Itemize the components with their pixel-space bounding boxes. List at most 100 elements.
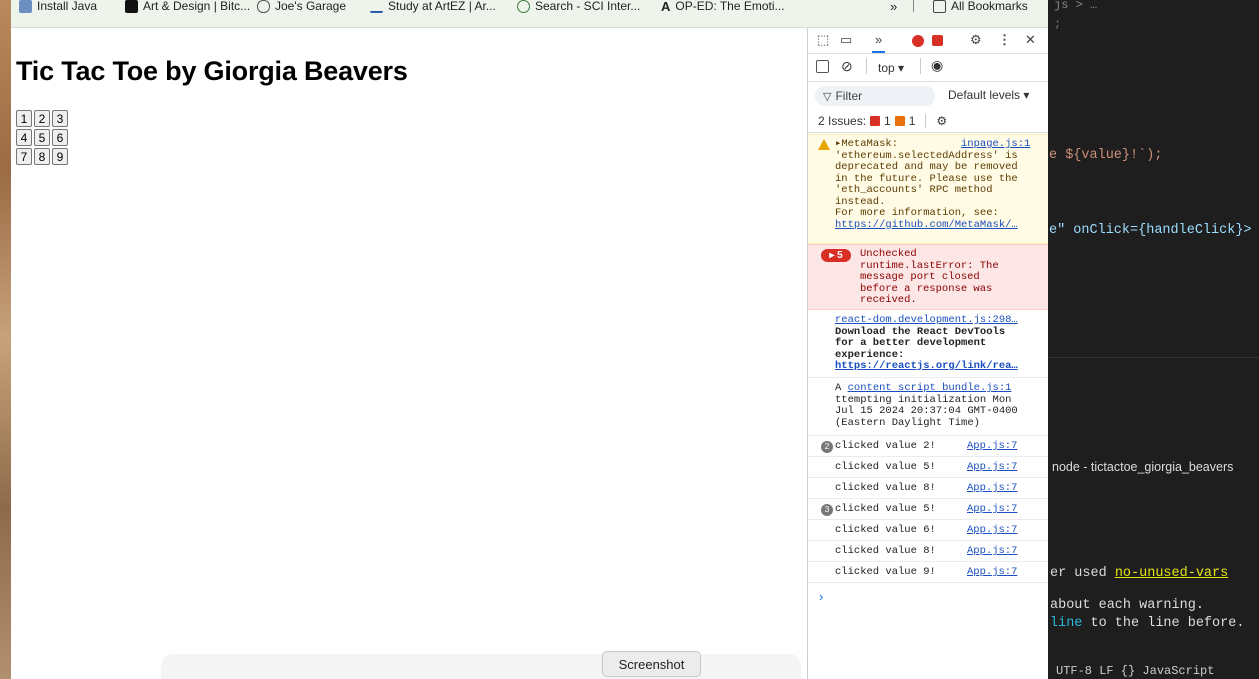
warning-head[interactable]: ▸MetaMask: — [835, 138, 898, 150]
square-7[interactable]: 7 — [16, 148, 32, 165]
square-8[interactable]: 8 — [34, 148, 50, 165]
devtools-panel: ⬚ ▭ » ⚙ ⋮ ✕ ⊘ top ▾ ◉ ▽ Filter Default l… — [807, 28, 1048, 679]
issues-error-count: 1 — [884, 113, 891, 128]
log-text: clicked value 6! — [835, 524, 936, 536]
toolbar-divider — [866, 58, 867, 74]
log-source-link[interactable]: App.js:7 — [967, 566, 1017, 579]
log-row: clicked value 6! App.js:7 — [808, 520, 1048, 541]
square-2[interactable]: 2 — [34, 110, 50, 127]
error-issue-icon — [870, 115, 881, 126]
log-row: clicked value 9! App.js:7 — [808, 562, 1048, 583]
terminal-title[interactable]: node - tictactoe_giorgia_beavers — [1052, 460, 1233, 474]
log-text: clicked value 2! — [835, 440, 936, 452]
log-row: clicked value 5! App.js:7 — [808, 457, 1048, 478]
context-select[interactable]: top ▾ — [878, 61, 904, 75]
hint-line-2: line to the line before. — [1050, 616, 1244, 631]
error-repeat-count[interactable]: ▸ 5 — [821, 249, 851, 262]
editor-status-bar: UTF-8 LF {} JavaScript — [1048, 664, 1259, 679]
warning-triangle-icon — [818, 139, 830, 150]
sidebar-toggle-icon[interactable] — [816, 60, 829, 73]
board-row: 1 2 3 — [16, 110, 68, 127]
more-tabs-button[interactable]: » — [872, 32, 886, 53]
square-5[interactable]: 5 — [34, 129, 50, 146]
bookmark-label: Art & Design | Bitc... — [143, 0, 251, 13]
error-line: message port closed — [860, 271, 980, 283]
log-source-link[interactable]: App.js:7 — [967, 482, 1017, 495]
bookmark-art-design[interactable]: Art & Design | Bitc... — [125, 0, 250, 15]
bookmark-study-artez[interactable]: Study at ArtEZ | Ar... — [370, 0, 496, 15]
sci-icon — [517, 0, 530, 13]
bookmark-joes-garage[interactable]: Joe's Garage — [257, 0, 346, 15]
bookmark-op-ed[interactable]: A OP-ED: The Emoti... — [661, 0, 785, 15]
error-line: received. — [860, 294, 917, 306]
log-source-link[interactable]: App.js:7 — [967, 461, 1017, 474]
warning-docs-link[interactable]: https://github.com/MetaMask/… — [835, 219, 1018, 231]
toolbar-divider — [920, 58, 921, 74]
log-source-link[interactable]: App.js:7 — [967, 503, 1017, 516]
square-9[interactable]: 9 — [52, 148, 68, 165]
bitcoin-site-icon — [125, 0, 138, 13]
screen: Install Java Art & Design | Bitc... Joe'… — [0, 0, 1259, 679]
log-source-link[interactable]: App.js:7 — [967, 524, 1017, 537]
hint-keyword: line — [1050, 616, 1083, 631]
react-source-link[interactable]: react-dom.development.js:298… — [835, 314, 1018, 326]
log-row: 2 clicked value 2! App.js:7 — [808, 436, 1048, 457]
content-prefix: A — [835, 382, 848, 394]
square-1[interactable]: 1 — [16, 110, 32, 127]
device-toolbar-icon[interactable]: ▭ — [840, 32, 852, 48]
board-row: 7 8 9 — [16, 148, 68, 165]
inspect-element-icon[interactable]: ⬚ — [817, 32, 829, 48]
square-4[interactable]: 4 — [16, 129, 32, 146]
issue-indicator-icon[interactable] — [932, 35, 943, 46]
clear-console-icon[interactable]: ⊘ — [841, 58, 853, 75]
devtools-toolbar: ⬚ ▭ » ⚙ ⋮ ✕ — [808, 28, 1048, 54]
log-group-count: 2 — [821, 441, 833, 453]
react-docs-link[interactable]: https://reactjs.org/link/rea… — [835, 360, 1018, 372]
square-3[interactable]: 3 — [52, 110, 68, 127]
java-icon — [19, 0, 32, 13]
settings-gear-icon[interactable]: ⚙ — [970, 32, 982, 48]
log-text: clicked value 8! — [835, 545, 936, 557]
console-output: ▸MetaMask: inpage.js:1 'ethereum.selecte… — [808, 134, 1048, 604]
issues-settings-icon[interactable]: ⚙ — [936, 114, 947, 128]
lint-rule-link[interactable]: no-unused-vars — [1115, 566, 1228, 581]
folder-icon — [933, 0, 946, 13]
square-6[interactable]: 6 — [52, 129, 68, 146]
overflow-label: » — [890, 0, 898, 14]
log-source-link[interactable]: App.js:7 — [967, 545, 1017, 558]
code-editor: js > … ; e ${value}!`); e" onClick={hand… — [1048, 0, 1259, 679]
artez-icon — [370, 0, 383, 13]
bookmark-search-sci[interactable]: Search - SCI Inter... — [517, 0, 640, 15]
filter-input[interactable]: ▽ Filter — [815, 86, 935, 106]
issues-bar[interactable]: 2 Issues: 1 1 ⚙ — [808, 109, 1048, 133]
bookmark-install-java[interactable]: Install Java — [19, 0, 97, 15]
editor-breadcrumb[interactable]: js > … — [1054, 0, 1097, 12]
log-text: clicked value 9! — [835, 566, 936, 578]
kebab-menu-icon[interactable]: ⋮ — [998, 32, 1011, 48]
log-source-link[interactable]: App.js:7 — [967, 440, 1017, 453]
warning-issue-icon — [894, 115, 905, 126]
desktop-wallpaper-edge — [0, 0, 11, 679]
board-row: 4 5 6 — [16, 129, 68, 146]
live-expression-eye-icon[interactable]: ◉ — [931, 57, 943, 74]
terminal-divider — [1048, 357, 1259, 358]
all-bookmarks-button[interactable]: All Bookmarks — [933, 0, 1028, 15]
log-group-count: 3 — [821, 504, 833, 516]
content-source-link[interactable]: content script bundle.js:1 — [848, 382, 1012, 394]
content-script-message: A content script bundle.js:1 ttempting i… — [808, 378, 1048, 436]
close-devtools-button[interactable]: ✕ — [1025, 32, 1036, 48]
bookmarks-overflow-button[interactable]: » — [890, 0, 897, 15]
runtime-error-message: ▸ 5 Unchecked runtime.lastError: The mes… — [808, 244, 1048, 310]
error-indicator-icon[interactable] — [912, 35, 924, 47]
metamask-warning-message: ▸MetaMask: inpage.js:1 'ethereum.selecte… — [808, 134, 1048, 244]
warning-source-link[interactable]: inpage.js:1 — [961, 138, 1030, 151]
screenshot-toolbar-backdrop — [161, 654, 801, 679]
log-levels-select[interactable]: Default levels ▾ — [948, 88, 1029, 102]
screenshot-button[interactable]: Screenshot — [602, 651, 701, 677]
issues-label: 2 Issues: — [818, 113, 867, 128]
log-text: clicked value 8! — [835, 482, 936, 494]
error-line: Unchecked — [860, 248, 917, 260]
console-prompt[interactable]: › — [808, 583, 1048, 604]
web-page: Tic Tac Toe by Giorgia Beavers 1 2 3 4 5… — [11, 28, 807, 679]
issues-divider — [925, 113, 927, 128]
